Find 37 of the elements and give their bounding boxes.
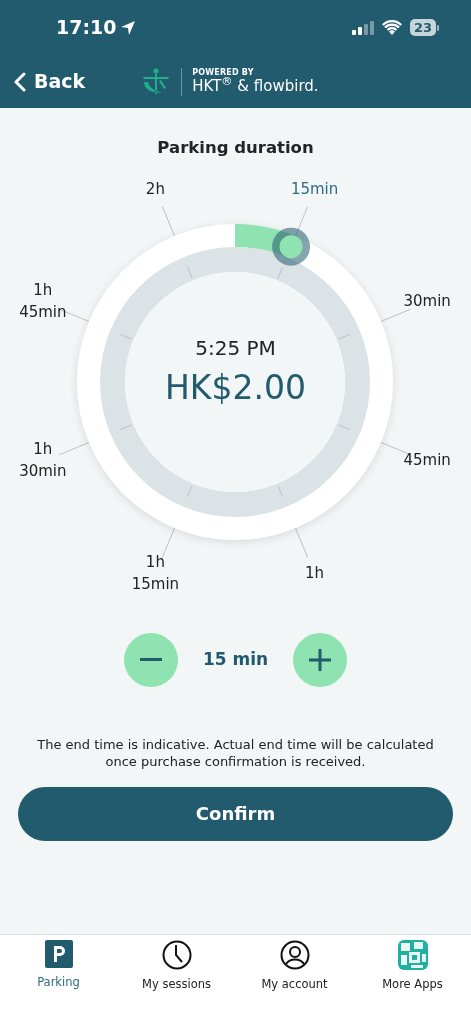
duration-label[interactable]: 30min bbox=[397, 291, 458, 313]
duration-value: 15 min bbox=[201, 648, 270, 671]
account-icon bbox=[279, 940, 310, 970]
plus-icon bbox=[309, 648, 331, 671]
wifi-icon bbox=[381, 20, 402, 35]
apps-icon bbox=[397, 940, 428, 970]
duration-label[interactable]: 1h 30min bbox=[12, 439, 73, 483]
tab[interactable]: My sessions bbox=[118, 935, 235, 1024]
brand-name: HKT$^{®}$ & flowbird. bbox=[192, 77, 319, 95]
end-time: 5:25 PM bbox=[195, 335, 276, 360]
dial-handle[interactable] bbox=[272, 227, 311, 266]
minus-icon bbox=[140, 658, 162, 662]
duration-label[interactable]: 1h 15min bbox=[125, 551, 186, 596]
price: HK$2.00 bbox=[165, 367, 306, 407]
chevron-left-icon bbox=[14, 71, 26, 92]
decrease-button[interactable] bbox=[124, 632, 178, 687]
back-button[interactable]: Back bbox=[14, 67, 86, 96]
tab[interactable]: More Apps bbox=[354, 935, 471, 1024]
disclaimer-text: The end time is indicative. Actual end time will be calculated once purchase confirmation is received. bbox=[36, 736, 435, 771]
tab[interactable]: Parking bbox=[0, 935, 117, 1024]
location-arrow-icon bbox=[120, 19, 137, 36]
parking-icon bbox=[44, 940, 73, 968]
status-time: 17:10 bbox=[56, 15, 117, 41]
duration-label[interactable]: 1h bbox=[284, 562, 345, 585]
logo-icon bbox=[141, 67, 172, 96]
increase-button[interactable] bbox=[293, 632, 347, 687]
duration-label[interactable]: 2h bbox=[125, 178, 186, 201]
confirm-button[interactable]: Confirm bbox=[18, 786, 453, 841]
tab[interactable]: My account bbox=[236, 935, 353, 1024]
clock-icon bbox=[161, 940, 192, 970]
duration-label[interactable]: 1h 45min bbox=[12, 280, 73, 324]
signal-icon bbox=[351, 20, 374, 35]
duration-label[interactable]: 45min bbox=[397, 450, 458, 473]
page-title: Parking duration bbox=[156, 137, 315, 159]
battery-icon: 23 bbox=[409, 19, 439, 36]
powered-by-text: POWERED BY bbox=[192, 68, 255, 77]
duration-label[interactable]: 15min bbox=[284, 178, 345, 201]
